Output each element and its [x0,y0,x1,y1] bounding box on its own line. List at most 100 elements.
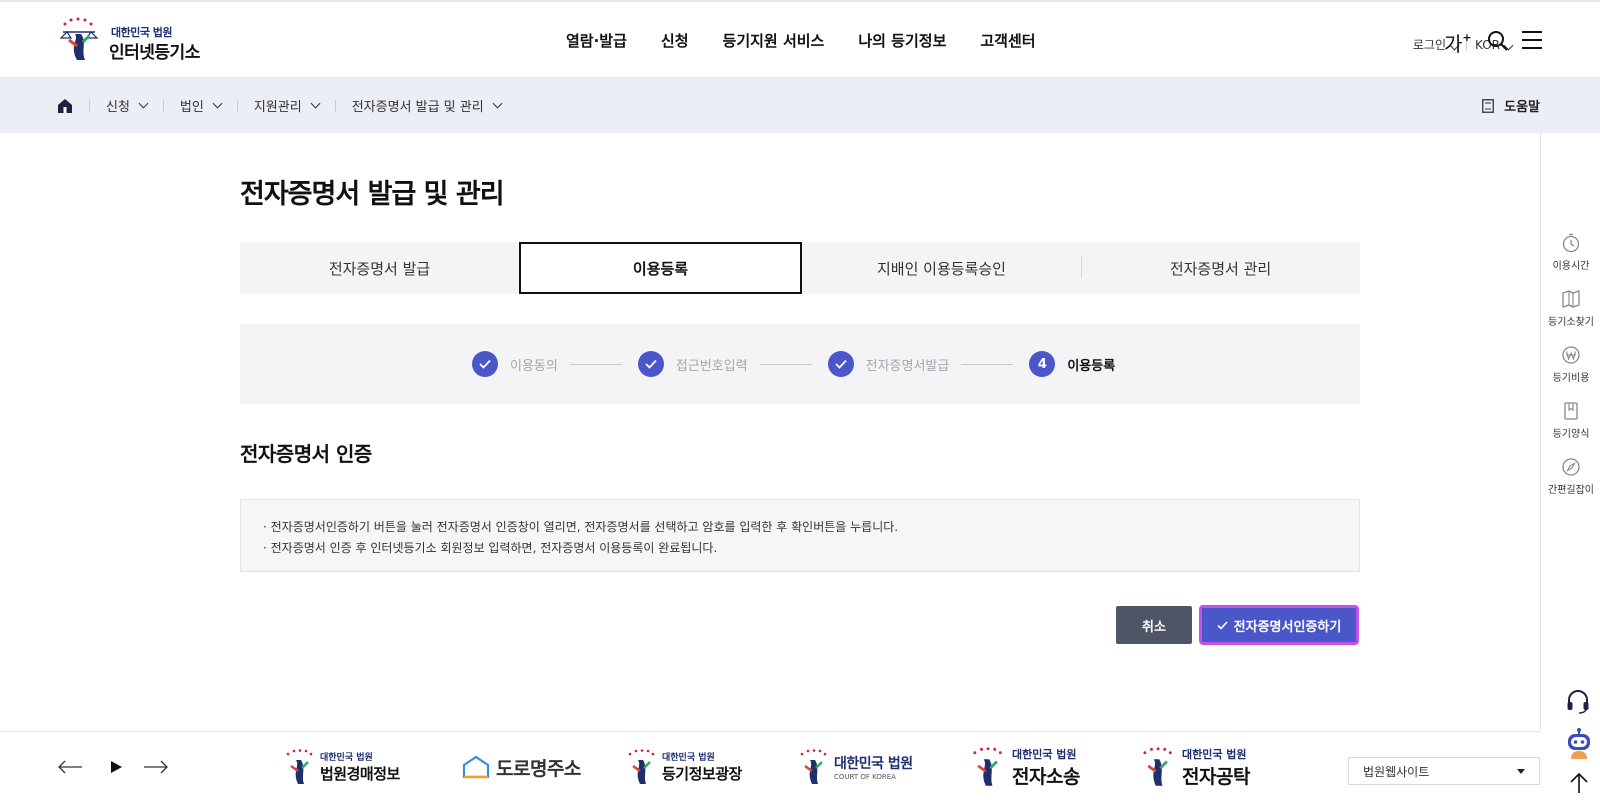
hamburger-menu-icon[interactable] [1521,30,1543,50]
court-emblem-icon [800,749,827,784]
tab-manager-approval[interactable]: 지배인 이용등록승인 [802,242,1081,294]
notice-line: · 전자증명서인증하기 버튼을 눌러 전자증명서 인증창이 열리면, 전자증명서… [263,520,899,534]
breadcrumb-bar: 신청 법인 지원관리 전자증명서 발급 및 관리 도움말 [0,78,1600,133]
banner-court-of-korea[interactable]: 대한민국 법원 COURT OF KOREA [796,746,913,788]
headset-icon[interactable] [1565,688,1591,714]
nav-view-issue[interactable]: 열람·발급 [566,30,627,51]
quick-item-forms[interactable]: 등기양식 [1541,401,1600,440]
banner-court-auction[interactable]: 대한민국 법원 법원경매정보 [282,746,400,788]
breadcrumb-e-certificate[interactable]: 전자증명서 발급 및 관리 [352,96,503,115]
help-button[interactable]: 도움말 [1482,78,1540,133]
arrow-left-icon[interactable] [57,759,83,775]
step-connector [569,363,622,365]
footer-banner-bar: 대한민국 법원 법원경매정보 도로명주소 대한민국 법원 등기정보광장 대한민국 법… [0,731,1540,801]
tab-e-certificate-issue[interactable]: 전자증명서 발급 [240,242,519,294]
breadcrumb-support-management[interactable]: 지원관리 [254,96,321,115]
document-icon [1482,98,1495,113]
step-check [637,351,664,377]
quick-item-fee[interactable]: 등기비용 [1541,345,1600,384]
step-row: 이용동의 접근번호입력 전자증명서발급 4 이용등록 [472,351,1115,377]
main-nav: 열람·발급 신청 등기지원 서비스 나의 등기정보 고객센터 [566,30,1070,51]
book-map-icon [1562,290,1580,308]
banner-sub: 대한민국 법원 [1182,747,1247,761]
banner-main: 대한민국 법원 [834,756,913,772]
tab-label: 이용등록 [632,259,689,278]
quick-item-hours[interactable]: 이용시간 [1541,233,1600,272]
breadcrumb-divider [334,99,336,112]
arrow-up-icon[interactable] [1568,772,1590,794]
step-certificate-issue: 전자증명서발급 [827,351,1030,377]
font-size-button[interactable]: 가+ [1444,28,1472,57]
banner-text: 대한민국 법원 전자소송 [1012,746,1080,789]
banner-main: 등기정보광장 [662,765,742,783]
quick-label: 등기양식 [1552,429,1590,440]
step-label: 이용등록 [1067,358,1116,374]
check-icon [1217,620,1228,630]
step-check [827,351,854,377]
page-title: 전자증명서 발급 및 관리 [240,179,505,210]
step-label: 접근번호입력 [675,358,748,374]
progress-steps: 이용동의 접근번호입력 전자증명서발급 4 이용등록 [240,324,1360,404]
banner-main: 전자소송 [1012,765,1080,788]
action-buttons: 취소 전자증명서인증하기 [1116,605,1359,645]
quick-label: 등기비용 [1552,373,1590,384]
chevron-down-icon [212,98,223,109]
search-icon[interactable] [1487,30,1509,52]
cancel-button[interactable]: 취소 [1116,606,1192,644]
step-check [472,351,498,377]
login-label: 로그인 [1412,38,1446,52]
banner-registry-plaza[interactable]: 대한민국 법원 등기정보광장 [624,746,742,788]
notice-line: · 전자증명서 인증 후 인터넷등기소 회원정보 입력하면, 전자증명서 이용등… [263,541,718,555]
play-icon[interactable] [103,759,129,775]
dropdown-triangle-icon [1517,769,1525,774]
breadcrumb-divider [89,99,90,112]
form-book-icon [1564,402,1578,420]
breadcrumb-divider [162,99,164,112]
arrow-right-icon[interactable] [143,759,169,775]
quick-menu: 이용시간 등기소찾기 등기비용 등기양식 간편길잡이 [1540,133,1600,730]
check-icon [834,359,847,369]
clock-icon [1562,233,1580,253]
check-icon [645,359,657,369]
quick-item-find-office[interactable]: 등기소찾기 [1541,289,1600,328]
tab-e-certificate-manage[interactable]: 전자증명서 관리 [1081,242,1360,294]
step-agreement: 이용동의 [472,351,638,377]
quick-label: 간편길잡이 [1548,485,1594,496]
won-coin-icon [1562,346,1580,364]
breadcrumb: 신청 법인 지원관리 전자증명서 발급 및 관리 [57,78,503,133]
tab-list: 전자증명서 발급 이용등록 지배인 이용등록승인 전자증명서 관리 [240,242,1360,294]
breadcrumb-corporation[interactable]: 법인 [180,96,223,115]
banner-road-address[interactable]: 도로명주소 [462,746,581,788]
tab-label: 전자증명서 관리 [1169,259,1272,278]
step-registration: 4 이용등록 [1029,351,1115,377]
banner-e-litigation[interactable]: 대한민국 법원 전자소송 [966,746,1080,788]
site-header: 대한민국 법원 인터넷등기소 열람·발급 신청 등기지원 서비스 나의 등기정보… [0,2,1600,78]
nav-customer-center[interactable]: 고객센터 [980,30,1035,51]
certificate-auth-button[interactable]: 전자증명서인증하기 [1199,605,1359,645]
court-emblem-icon [973,747,1002,786]
home-icon[interactable] [57,98,73,114]
breadcrumb-label: 신청 [106,100,130,115]
court-website-select[interactable]: 법원웹사이트 [1348,757,1540,785]
compass-icon [1562,458,1580,476]
nav-apply[interactable]: 신청 [661,30,689,51]
banner-text: 대한민국 법원 COURT OF KOREA [834,753,913,781]
certificate-auth-label: 전자증명서인증하기 [1233,618,1342,634]
nav-support-service[interactable]: 등기지원 서비스 [723,30,825,51]
banner-main: 도로명주소 [496,757,581,780]
banner-en: COURT OF KOREA [834,773,896,781]
quick-item-guide[interactable]: 간편길잡이 [1541,457,1600,496]
step-label: 이용동의 [510,358,558,374]
cancel-label: 취소 [1142,618,1166,634]
logo-title: 인터넷등기소 [109,43,200,63]
step-label: 전자증명서발급 [865,358,950,374]
banner-text: 대한민국 법원 법원경매정보 [320,750,400,784]
tab-usage-registration[interactable]: 이용등록 [519,242,802,294]
house-outline-icon [462,755,490,779]
nav-my-info[interactable]: 나의 등기정보 [858,30,946,51]
section-title: 전자증명서 인증 [240,442,372,466]
site-logo[interactable]: 대한민국 법원 인터넷등기소 [57,16,217,64]
banner-e-deposit[interactable]: 대한민국 법원 전자공탁 [1136,746,1250,788]
chatbot-icon[interactable] [1565,728,1593,760]
breadcrumb-apply[interactable]: 신청 [106,96,149,115]
